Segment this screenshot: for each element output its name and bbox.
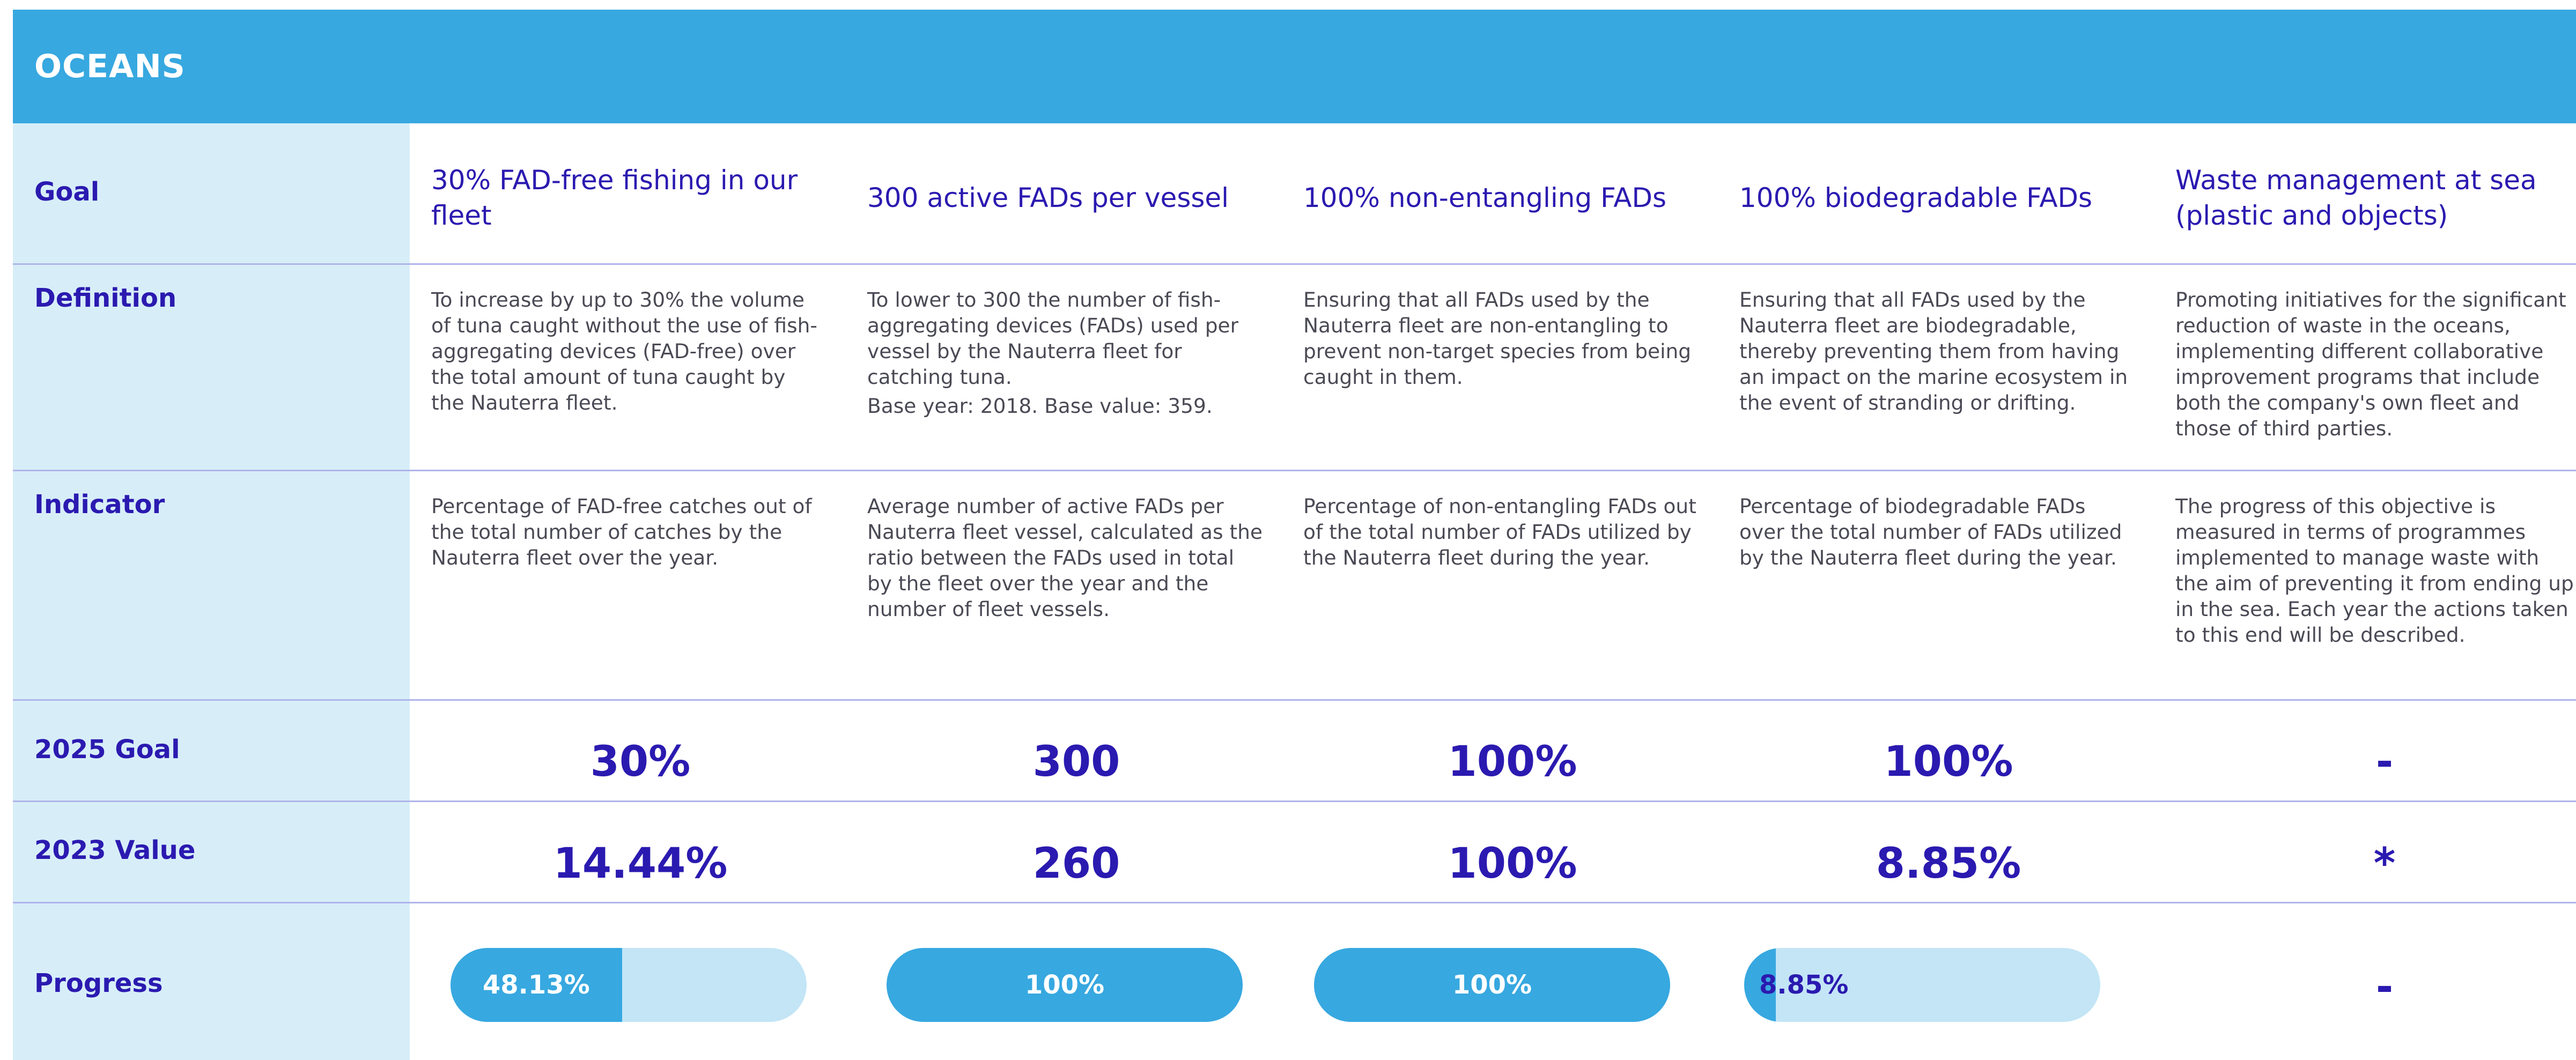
definition-text: Promoting initiatives for the significan…: [2175, 288, 2566, 440]
divider-2023-value: [13, 902, 2576, 903]
definition-cell: Ensuring that all FADs used by the Naute…: [1739, 287, 2136, 416]
oceans-goals-table: OCEANS Goal Definition Indicator 2025 Go…: [13, 10, 2576, 1060]
definition-cell: To increase by up to 30% the volume of t…: [431, 287, 817, 416]
definition-cell: To lower to 300 the number of fish-aggre…: [867, 287, 1264, 419]
definition-cell: Ensuring that all FADs used by the Naute…: [1303, 287, 1700, 390]
goal-cell: 100% non-entangling FADs: [1303, 182, 1667, 213]
progress-bar: 8.85%: [1744, 948, 2100, 1022]
section-title: OCEANS: [34, 48, 186, 85]
value-2023: *: [2373, 840, 2396, 888]
indicator-cell: The progress of this objective is measur…: [2175, 494, 2574, 647]
divider-goal: [13, 263, 2576, 265]
definition-text: Ensuring that all FADs used by the Naute…: [1303, 288, 1692, 389]
indicator-cell: Percentage of biodegradable FADs over th…: [1739, 494, 2122, 569]
value-2023: 14.44%: [553, 840, 728, 888]
section-header: OCEANS: [13, 10, 2576, 123]
goal-2025-value: 300: [1032, 738, 1120, 786]
indicator-cell: Percentage of non-entangling FADs out of…: [1303, 494, 1696, 569]
row-label-goal: Goal: [34, 177, 100, 207]
goal-cell: 300 active FADs per vessel: [867, 182, 1229, 213]
goal-2025-value: -: [2375, 738, 2394, 786]
divider-indicator: [13, 699, 2576, 701]
row-label-2023-value: 2023 Value: [34, 835, 196, 865]
progress-empty-value: -: [2375, 963, 2394, 1011]
goal-cell: Waste management at sea (plastic and obj…: [2175, 165, 2537, 231]
progress-label: 100%: [1024, 970, 1105, 1000]
progress-label: 48.13%: [482, 970, 590, 1000]
row-label-progress: Progress: [34, 968, 163, 998]
progress-bar: 48.13%: [451, 948, 807, 1022]
value-2023: 100%: [1448, 840, 1577, 888]
value-2023: 260: [1032, 840, 1120, 888]
definition-text: To increase by up to 30% the volume of t…: [431, 288, 817, 414]
progress-bar: 100%: [1314, 948, 1670, 1022]
goal-cell: 30% FAD-free fishing in our fleet: [431, 165, 798, 231]
divider-definition: [13, 470, 2576, 471]
progress-label: 100%: [1452, 970, 1532, 1000]
progress-label: 8.85%: [1759, 970, 1849, 1000]
definition-text: Ensuring that all FADs used by the Naute…: [1739, 288, 2128, 414]
divider-2025-goal: [13, 800, 2576, 802]
definition-cell: Promoting initiatives for the significan…: [2175, 287, 2576, 441]
goal-2025-value: 30%: [590, 738, 691, 786]
goal-2025-value: 100%: [1448, 738, 1577, 786]
definition-text: To lower to 300 the number of fish-aggre…: [867, 288, 1239, 389]
definition-note: Base year: 2018. Base value: 359.: [867, 394, 1213, 418]
row-label-definition: Definition: [34, 283, 177, 313]
indicator-cell: Percentage of FAD-free catches out of th…: [431, 494, 812, 569]
progress-bar: 100%: [887, 948, 1243, 1022]
row-label-indicator: Indicator: [34, 490, 165, 520]
goal-2025-value: 100%: [1884, 738, 2013, 786]
row-label-2025-goal: 2025 Goal: [34, 735, 180, 765]
goal-cell: 100% biodegradable FADs: [1739, 182, 2093, 213]
value-2023: 8.85%: [1876, 840, 2021, 888]
indicator-cell: Average number of active FADs per Nauter…: [867, 494, 1263, 621]
